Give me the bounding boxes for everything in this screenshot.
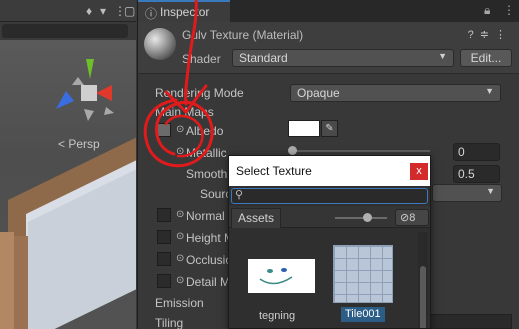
gizmos-dropdown-icon[interactable]: ▾	[100, 4, 106, 18]
asset-thumbnail-tegning[interactable]	[248, 259, 315, 293]
kebab-menu-icon[interactable]: ⋮	[503, 3, 515, 17]
search-icon: ⚲	[235, 189, 244, 201]
texture-search-input[interactable]	[246, 189, 424, 203]
smoothness-value-field[interactable]: 0.5	[453, 165, 500, 183]
object-picker-icon[interactable]: ⊙	[176, 209, 184, 220]
smiley-drawing-icon	[259, 268, 293, 285]
material-preview-sphere	[144, 28, 176, 60]
main-maps-label: Main Maps	[155, 105, 214, 119]
neg-y-cone[interactable]	[84, 109, 94, 121]
orientation-gizmo[interactable]	[50, 55, 130, 135]
maximize-icon[interactable]: ▢	[124, 4, 135, 18]
scene-search-field[interactable]	[2, 24, 128, 38]
metallic-slider[interactable]	[290, 150, 430, 152]
asset-thumbnail-tile001[interactable]	[333, 245, 393, 303]
texture-search-field[interactable]: ⚲	[231, 188, 428, 204]
occlusion-texture-slot[interactable]	[157, 252, 171, 266]
tiling-label: Tiling	[155, 316, 184, 329]
info-icon: ⓘ	[145, 7, 158, 21]
chevron-down-icon: ▼	[485, 86, 494, 96]
neg-x-cone[interactable]	[72, 77, 84, 85]
chevron-down-icon: ▼	[486, 186, 495, 196]
metallic-slider-handle[interactable]	[288, 146, 297, 155]
y-axis-cone[interactable]	[86, 59, 94, 79]
kebab-menu-icon[interactable]: ⋮	[495, 29, 512, 41]
shader-value: Standard	[239, 51, 288, 65]
metallic-label: Metallic	[186, 146, 227, 160]
tab-inspector-label: Inspector	[160, 5, 210, 19]
scene-search-strip	[0, 22, 136, 40]
eye-slash-icon: ⊘	[400, 212, 410, 224]
albedo-color-swatch[interactable]	[288, 120, 320, 137]
object-picker-icon[interactable]: ⊙	[176, 253, 184, 264]
rendering-mode-label: Rendering Mode	[155, 86, 244, 100]
normal-map-texture-slot[interactable]	[157, 208, 171, 222]
source-dropdown[interactable]: ▼	[432, 184, 502, 202]
material-title: Gulv Texture (Material)	[182, 28, 304, 42]
scene-view[interactable]: ♦ ▾ ⋮ ▢ < Persp	[0, 0, 136, 329]
asset-grid-scrollbar-thumb[interactable]	[420, 266, 426, 328]
thumbnail-size-slider-handle[interactable]	[363, 213, 372, 222]
rendering-mode-value: Opaque	[297, 86, 340, 100]
select-texture-dialog: Select Texture x ⚲ Assets ⊘8 tegning Til…	[228, 155, 431, 329]
object-picker-icon[interactable]: ⊙	[176, 231, 184, 242]
material-header: Gulv Texture (Material) ?≑⋮ Shader Stand…	[138, 22, 519, 74]
header-icons: ?≑⋮	[468, 28, 512, 41]
hidden-packages-toggle[interactable]: ⊘8	[395, 209, 429, 226]
object-picker-icon[interactable]: ⊙	[176, 275, 184, 286]
height-map-texture-slot[interactable]	[157, 230, 171, 244]
preset-icon[interactable]: ≑	[480, 29, 495, 41]
object-picker-icon[interactable]: ⊙	[176, 146, 184, 157]
tab-inspector[interactable]: ⓘ Inspector	[138, 0, 230, 22]
dialog-titlebar[interactable]: Select Texture x	[229, 156, 430, 186]
gizmo-toggle-icon[interactable]: ♦	[86, 4, 92, 18]
rendering-mode-dropdown[interactable]: Opaque ▼	[290, 84, 501, 102]
neg-z-cone[interactable]	[104, 107, 114, 115]
shader-label: Shader	[182, 52, 221, 66]
thumbnail-size-slider[interactable]	[335, 217, 387, 219]
scene-toolbar: ♦ ▾ ⋮ ▢	[0, 0, 136, 22]
dialog-toolbar: Assets ⊘8	[229, 206, 430, 228]
edit-shader-button[interactable]: Edit...	[460, 49, 512, 67]
close-button[interactable]: x	[410, 163, 428, 180]
object-picker-icon[interactable]: ⊙	[176, 124, 184, 135]
albedo-label: Albedo	[186, 124, 224, 138]
tab-assets[interactable]: Assets	[231, 208, 281, 228]
gizmo-center[interactable]	[81, 85, 97, 101]
detail-mask-texture-slot[interactable]	[157, 274, 171, 288]
shader-dropdown[interactable]: Standard ▼	[232, 49, 454, 67]
asset-name-selected[interactable]: Tile001	[341, 307, 385, 322]
hidden-count: 8	[409, 212, 416, 224]
help-icon[interactable]: ?	[468, 29, 480, 41]
chevron-down-icon: ▼	[438, 51, 447, 61]
z-axis-cone[interactable]	[56, 91, 74, 109]
wooden-box-face	[0, 232, 14, 329]
x-axis-cone[interactable]	[96, 85, 112, 101]
projection-label[interactable]: < Persp	[58, 137, 100, 151]
eyedropper-icon[interactable]: ✎	[321, 120, 338, 137]
lock-icon[interactable]: 🔒︎	[484, 3, 490, 18]
inspector-tabbar: ⓘ Inspector 🔒︎ ⋮	[138, 0, 519, 22]
emission-label: Emission	[155, 296, 204, 310]
albedo-texture-slot[interactable]	[157, 123, 171, 137]
asset-name[interactable]: tegning	[259, 310, 295, 322]
dialog-title: Select Texture	[236, 164, 312, 178]
metallic-value-field[interactable]: 0	[453, 143, 500, 161]
